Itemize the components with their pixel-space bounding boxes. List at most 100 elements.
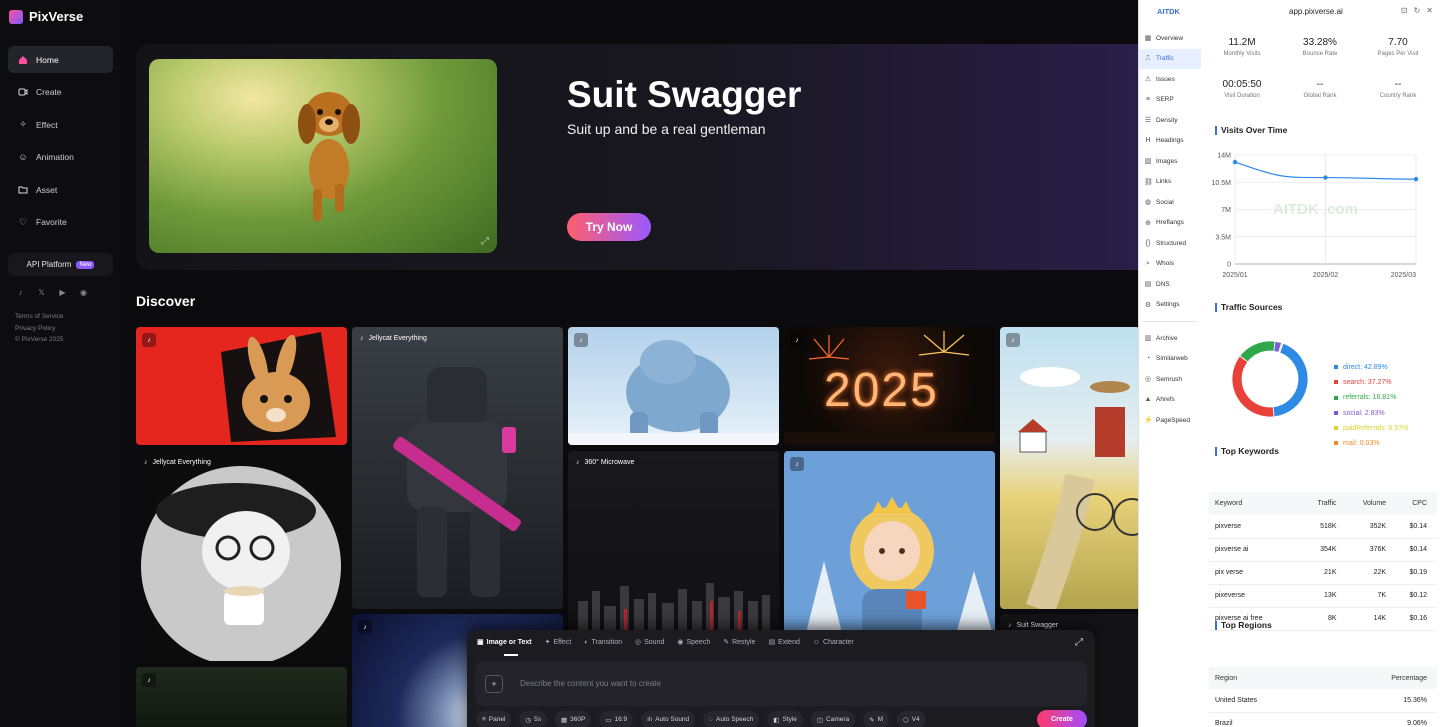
aitdk-nav-links[interactable]: ⛓ Links <box>1139 172 1201 193</box>
nav-animation-label: Animation <box>36 152 74 162</box>
data-point[interactable] <box>1413 176 1419 182</box>
tab-character[interactable]: ☺ Character <box>813 638 854 646</box>
aitdk-nav-similarweb[interactable]: ◔ Similarweb <box>1139 349 1201 370</box>
youtube-icon[interactable]: ▶ <box>58 288 67 297</box>
gallery-card-yeti[interactable]: ♪ <box>568 327 779 445</box>
gallery-card-microwave[interactable]: ♪ 360° Microwave <box>568 451 779 641</box>
gallery-card-fireworks[interactable]: 2025 ♪ <box>784 327 995 445</box>
api-platform-button[interactable]: API Platform New <box>8 253 113 276</box>
option-duration[interactable]: ◷ 5s <box>519 711 547 727</box>
gallery-card-cat[interactable]: ♪ Jellycat Everything <box>136 451 347 661</box>
gallery-card-countryside[interactable]: ♪ <box>1000 327 1140 609</box>
expand-icon[interactable]: ⤢ <box>481 236 489 247</box>
option-style[interactable]: ◧ Style <box>767 711 803 727</box>
aitdk-nav-settings[interactable]: ⚙ Settings <box>1139 295 1201 316</box>
gallery-card-princess[interactable]: ♪ <box>784 451 995 641</box>
nav-favorite[interactable]: ♡ Favorite <box>8 209 113 236</box>
aitdk-nav-pagespeed[interactable]: ⚡ PageSpeed <box>1139 410 1201 431</box>
robot-illustration <box>393 367 521 597</box>
terms-link[interactable]: Terms of Service <box>15 311 64 323</box>
tab-transition[interactable]: ◐ Transition <box>584 638 622 646</box>
transition-icon: ◐ <box>584 638 589 646</box>
column-header: Keyword <box>1209 492 1304 515</box>
legend-item: search: 37.27% <box>1334 375 1408 390</box>
option-auto-sound[interactable]: ılı Auto Sound <box>641 711 696 727</box>
aitdk-content: 11.2M Monthly Visits 33.28% Bounce Rate 7.… <box>1203 24 1439 727</box>
option-aspect-ratio[interactable]: ▭ 16:9 <box>599 711 634 727</box>
option-auto-speech[interactable]: ◌ Auto Speech <box>703 711 760 727</box>
y-tick-label: 14M <box>1217 153 1231 160</box>
y-tick-label: 7M <box>1221 207 1231 214</box>
gallery-card-bunny[interactable]: ♪ <box>136 327 347 445</box>
sound-icon: ♪ <box>576 459 580 466</box>
cube-icon: ⬡ <box>903 716 909 724</box>
aitdk-nav-social[interactable]: ◍ Social <box>1139 192 1201 213</box>
expand-icon[interactable]: ⤢ <box>1075 637 1083 648</box>
tab-image-or-text[interactable]: ▣ Image or Text <box>477 638 532 647</box>
hero-image-puppy[interactable]: ⤢ <box>149 59 497 253</box>
tab-speech[interactable]: ◉ Speech <box>677 638 710 647</box>
sound-icon: ♪ <box>142 333 156 347</box>
aitdk-nav-overview[interactable]: ▦ Overview <box>1139 28 1201 49</box>
pagespeed-icon: ⚡ <box>1144 417 1153 425</box>
tab-effect[interactable]: ✦ Effect <box>545 638 572 647</box>
option-panel[interactable]: ≡ Panel <box>476 711 512 727</box>
option-camera[interactable]: ◫ Camera <box>810 711 856 727</box>
traffic-icon: ⎍ <box>1145 54 1151 62</box>
try-now-button[interactable]: Try Now <box>567 213 651 241</box>
clock-icon: ◷ <box>525 716 532 724</box>
aitdk-nav-label: PageSpeed <box>1156 416 1190 424</box>
tab-sound[interactable]: ◎ Sound <box>635 638 665 647</box>
privacy-link[interactable]: Privacy Policy <box>15 323 64 335</box>
sound-icon: ♪ <box>574 333 588 347</box>
sound-wave-icon: ılı <box>647 716 653 723</box>
table-cell: 15.36% <box>1336 689 1437 713</box>
x-icon[interactable]: 𝕏 <box>37 288 46 297</box>
upload-image-icon[interactable]: + <box>485 675 503 693</box>
sound-icon: ◎ <box>635 639 642 646</box>
create-button[interactable]: Create <box>1037 710 1087 727</box>
nav-asset[interactable]: Asset <box>8 176 113 203</box>
nav-effect[interactable]: ✧ Effect <box>8 111 113 138</box>
app-window: PixVerse Home Create ✧ Effect ☺ Animatio… <box>0 0 1440 727</box>
nav-home[interactable]: Home <box>8 46 113 73</box>
heart-icon: ♡ <box>18 216 28 227</box>
nav-animation[interactable]: ☺ Animation <box>8 144 113 171</box>
aitdk-nav-density[interactable]: ☰ Density <box>1139 110 1201 131</box>
gallery-card-forest[interactable]: ♪ <box>136 667 347 727</box>
aitdk-nav-images[interactable]: ▧ Images <box>1139 151 1201 172</box>
aitdk-nav-issues[interactable]: ⚠ Issues <box>1139 69 1201 90</box>
aitdk-nav-structured[interactable]: {} Structured <box>1139 233 1201 254</box>
data-point[interactable] <box>1232 159 1238 165</box>
tab-extend[interactable]: ▤ Extend <box>768 638 799 647</box>
refresh-icon[interactable]: ↻ <box>1414 6 1421 15</box>
y-tick-label: 10.5M <box>1212 180 1232 187</box>
gallery-card-robot[interactable]: ♪ Jellycat Everything <box>352 327 563 609</box>
option-model-size[interactable]: ✎ M <box>863 711 890 727</box>
nav-create[interactable]: Create <box>8 79 113 106</box>
logo[interactable]: PixVerse <box>9 9 83 24</box>
pin-icon[interactable]: ⊡ <box>1401 6 1408 15</box>
sound-icon: ♪ <box>790 333 804 347</box>
aitdk-nav-whois[interactable]: ⌕ Whois <box>1139 254 1201 275</box>
option-quality[interactable]: ▦ 360P <box>554 711 592 727</box>
close-icon[interactable]: ✕ <box>1426 6 1433 15</box>
aitdk-nav-traffic[interactable]: ⎍ Traffic <box>1139 48 1201 69</box>
aitdk-nav-serp[interactable]: ≡ SERP <box>1139 90 1201 111</box>
tab-restyle[interactable]: ✎ Restyle <box>723 638 755 647</box>
aitdk-nav-semrush[interactable]: ◎ Semrush <box>1139 369 1201 390</box>
table-cell: $0.14 <box>1396 538 1437 562</box>
discord-icon[interactable]: ◉ <box>79 288 88 297</box>
prompt-input[interactable]: + Describe the content you want to creat… <box>475 662 1087 706</box>
aitdk-nav-hreflangs[interactable]: ⊕ Hreflangs <box>1139 213 1201 234</box>
create-prompt-panel: ▣ Image or Text ✦ Effect ◐ Transition ◎ Soun… <box>467 630 1095 727</box>
image-icon: ▣ <box>477 639 484 646</box>
tab-label: Sound <box>644 638 665 646</box>
aitdk-nav-ahrefs[interactable]: ▲ Ahrefs <box>1139 390 1201 411</box>
aitdk-nav-dns[interactable]: ▤ DNS <box>1139 274 1201 295</box>
aitdk-nav-archive[interactable]: ▥ Archive <box>1139 328 1201 349</box>
aitdk-nav-headings[interactable]: H Headings <box>1139 131 1201 152</box>
tiktok-icon[interactable]: ♪ <box>16 288 25 297</box>
data-point[interactable] <box>1323 175 1328 180</box>
option-model-version[interactable]: ⬡ V4 <box>897 711 926 727</box>
